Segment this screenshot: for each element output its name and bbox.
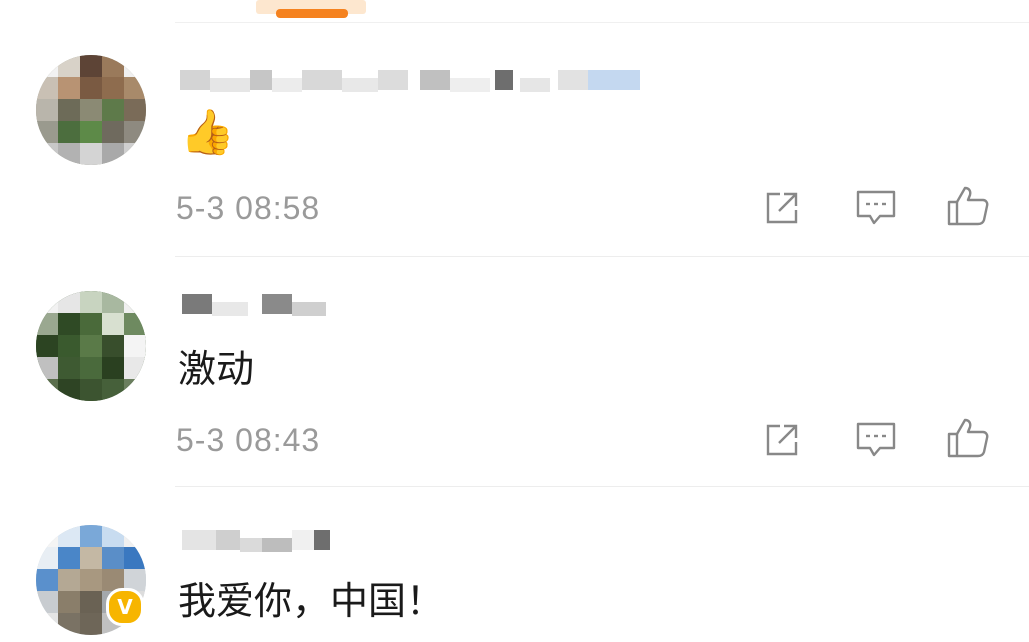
avatar[interactable] (36, 291, 146, 401)
comment-time: 5-3 08:43 (176, 422, 321, 458)
comment-icon[interactable] (854, 186, 898, 230)
share-icon[interactable] (760, 186, 804, 230)
comment-time: 5-3 08:58 (176, 190, 321, 226)
comment-icon[interactable] (854, 418, 898, 462)
comment-item: V 我爱你，中国！ (0, 520, 1029, 642)
divider (175, 22, 1029, 23)
avatar[interactable] (36, 55, 146, 165)
verified-badge-icon: V (106, 588, 144, 626)
like-icon[interactable] (946, 184, 990, 228)
comment-item: 激动 5-3 08:43 (0, 286, 1029, 487)
active-tab-indicator (276, 9, 348, 18)
like-icon[interactable] (946, 416, 990, 460)
divider (175, 486, 1029, 487)
thumbs-up-emoji: 👍 (180, 107, 235, 158)
comment-content: 我爱你，中国！ (178, 579, 445, 623)
tab-bar (0, 0, 1029, 26)
comment-content: 激动 (178, 347, 255, 391)
divider (175, 256, 1029, 257)
comment-item: 👍 5-3 08:58 (0, 50, 1029, 258)
share-icon[interactable] (760, 418, 804, 462)
